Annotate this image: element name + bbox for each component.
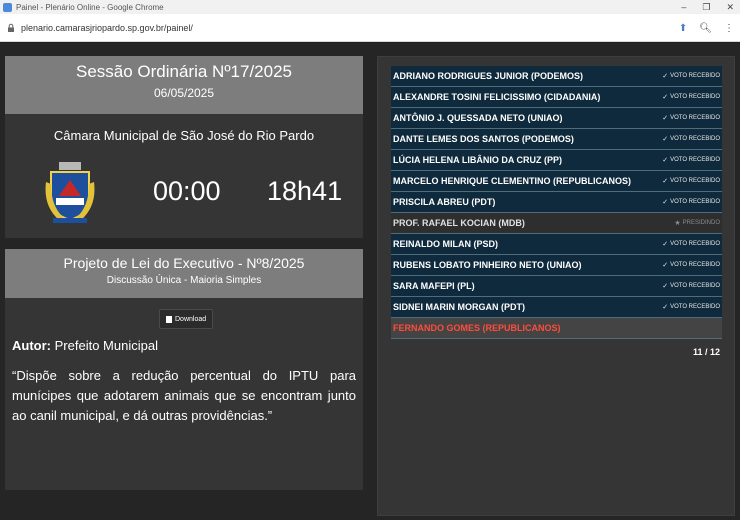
- voter-name: RUBENS LOBATO PINHEIRO NETO (UNIAO): [393, 260, 582, 270]
- project-details-panel: Download Autor: Prefeito Municipal “Disp…: [5, 298, 363, 490]
- voter-row: ANTÔNIO J. QUESSADA NETO (UNIAO) ✓ VOTO RE…: [391, 108, 722, 129]
- window-titlebar: Painel - Plenário Online - Google Chrome…: [0, 0, 740, 14]
- voter-status: ✓ VOTO RECEBIDO: [662, 156, 720, 164]
- voter-name: SIDNEI MARIN MORGAN (PDT): [393, 302, 525, 312]
- session-title: Sessão Ordinária Nº17/2025: [75, 62, 292, 81]
- voter-name: PRISCILA ABREU (PDT): [393, 197, 496, 207]
- chamber-name: Câmara Municipal de São José do Rio Pard…: [53, 128, 315, 143]
- vote-received-icon: ✓: [662, 199, 669, 206]
- author-name: Prefeito Municipal: [54, 338, 158, 353]
- voter-row: FERNANDO GOMES (REPUBLICANOS): [391, 318, 722, 339]
- voter-row: MARCELO HENRIQUE CLEMENTINO (REPUBLICANO…: [391, 171, 722, 192]
- voter-status: ✓ VOTO RECEBIDO: [662, 240, 720, 248]
- zoom-icon[interactable]: 🔍︎: [699, 23, 712, 34]
- painel-page: Sessão Ordinária Nº17/2025 06/05/2025 Câ…: [0, 43, 740, 520]
- voter-status-label: VOTO RECEBIDO: [670, 94, 720, 100]
- download-button[interactable]: Download: [159, 309, 214, 329]
- voter-status: ✓ VOTO RECEBIDO: [662, 261, 720, 269]
- site-info-icon[interactable]: [6, 23, 16, 33]
- voter-name: ANTÔNIO J. QUESSADA NETO (UNIAO): [393, 113, 563, 123]
- project-title: Projeto de Lei do Executivo - Nº8/2025: [63, 255, 305, 271]
- voter-status: ✓ VOTO RECEBIDO: [662, 303, 720, 311]
- voter-name: FERNANDO GOMES (REPUBLICANOS): [393, 323, 561, 333]
- vote-received-icon: ✓: [662, 136, 669, 143]
- vote-received-icon: ✓: [662, 178, 669, 185]
- session-timer: 00:00: [153, 176, 221, 206]
- municipal-crest-icon: [45, 162, 95, 223]
- vote-received-icon: ✓: [662, 283, 669, 290]
- vote-received-icon: ✓: [662, 94, 669, 101]
- voter-status: ✓ VOTO RECEBIDO: [662, 135, 720, 143]
- voter-status: ✓ VOTO RECEBIDO: [662, 93, 720, 101]
- voter-status-label: PRESIDINDO: [682, 220, 720, 226]
- voting-panel: ADRIANO RODRIGUES JUNIOR (PODEMOS) ✓ VOTO …: [377, 56, 735, 516]
- voter-status-label: VOTO RECEBIDO: [670, 73, 720, 79]
- voter-row: SARA MAFEPI (PL) ✓ VOTO RECEBIDO: [391, 276, 722, 297]
- session-column: Sessão Ordinária Nº17/2025 06/05/2025 Câ…: [5, 56, 363, 490]
- voter-name: REINALDO MILAN (PSD): [393, 239, 498, 249]
- voter-name: ALEXANDRE TOSINI FELICISSIMO (CIDADANIA): [393, 92, 601, 102]
- voter-status: ✓ VOTO RECEBIDO: [662, 177, 720, 185]
- project-header: Projeto de Lei do Executivo - Nº8/2025 D…: [5, 249, 363, 298]
- vote-received-icon: ✓: [662, 115, 669, 122]
- voter-name: PROF. RAFAEL KOCIAN (MDB): [393, 218, 525, 228]
- voter-status-label: VOTO RECEBIDO: [670, 115, 720, 121]
- voter-row: ADRIANO RODRIGUES JUNIOR (PODEMOS) ✓ VOTO …: [391, 66, 722, 87]
- voter-row: ALEXANDRE TOSINI FELICISSIMO (CIDADANIA)…: [391, 87, 722, 108]
- voter-row: REINALDO MILAN (PSD) ✓ VOTO RECEBIDO: [391, 234, 722, 255]
- minimize-icon[interactable]: –: [681, 0, 686, 14]
- voter-status: ★ PRESIDINDO: [674, 219, 720, 227]
- voter-status-label: VOTO RECEBIDO: [670, 241, 720, 247]
- voter-status: ✓ VOTO RECEBIDO: [662, 282, 720, 290]
- author-label: Autor:: [12, 338, 51, 353]
- file-icon: [166, 315, 172, 323]
- voter-name: MARCELO HENRIQUE CLEMENTINO (REPUBLICANO…: [393, 176, 631, 186]
- url-text[interactable]: plenario.camarasjriopardo.sp.gov.br/pain…: [21, 23, 193, 33]
- voter-status: ✓ VOTO RECEBIDO: [662, 114, 720, 122]
- star-icon: ★: [674, 220, 681, 227]
- address-bar[interactable]: plenario.camarasjriopardo.sp.gov.br/pain…: [0, 14, 740, 42]
- voter-status: ✓ VOTO RECEBIDO: [662, 72, 720, 80]
- chrome-app-icon: [3, 2, 12, 12]
- vote-received-icon: ✓: [662, 241, 669, 248]
- vote-received-icon: ✓: [662, 73, 669, 80]
- voter-name: DANTE LEMES DOS SANTOS (PODEMOS): [393, 134, 574, 144]
- current-time: 18h41: [267, 176, 343, 206]
- voter-row: PRISCILA ABREU (PDT) ✓ VOTO RECEBIDO: [391, 192, 722, 213]
- vote-received-icon: ✓: [662, 262, 669, 269]
- voter-row: RUBENS LOBATO PINHEIRO NETO (UNIAO) ✓ VOTO…: [391, 255, 722, 276]
- voter-status: ✓ VOTO RECEBIDO: [662, 198, 720, 206]
- voter-row: PROF. RAFAEL KOCIAN (MDB) ★ PRESIDINDO: [391, 213, 722, 234]
- voter-status-label: VOTO RECEBIDO: [670, 262, 720, 268]
- voter-status-label: VOTO RECEBIDO: [670, 304, 720, 310]
- menu-icon[interactable]: ⋮: [724, 23, 734, 34]
- voter-status-label: VOTO RECEBIDO: [670, 136, 720, 142]
- voter-status-label: VOTO RECEBIDO: [670, 157, 720, 163]
- window-title: Painel - Plenário Online - Google Chrome: [16, 2, 164, 12]
- voter-name: LÚCIA HELENA LIBÂNIO DA CRUZ (PP): [393, 155, 562, 165]
- vote-received-icon: ✓: [662, 157, 669, 164]
- restore-icon[interactable]: ❐: [702, 0, 710, 14]
- vote-count: 11 / 12: [692, 347, 720, 357]
- voter-name: ADRIANO RODRIGUES JUNIOR (PODEMOS): [393, 71, 584, 81]
- close-icon[interactable]: ✕: [726, 0, 734, 14]
- voter-status-label: VOTO RECEBIDO: [670, 178, 720, 184]
- voter-row: SIDNEI MARIN MORGAN (PDT) ✓ VOTO RECEBIDO: [391, 297, 722, 318]
- voter-list: ADRIANO RODRIGUES JUNIOR (PODEMOS) ✓ VOTO …: [391, 66, 722, 339]
- session-header: Sessão Ordinária Nº17/2025 06/05/2025: [5, 56, 363, 114]
- voter-row: DANTE LEMES DOS SANTOS (PODEMOS) ✓ VOTO RE…: [391, 129, 722, 150]
- voter-status-label: VOTO RECEBIDO: [670, 283, 720, 289]
- extension-icon[interactable]: ⬆: [679, 23, 687, 34]
- voter-status-label: VOTO RECEBIDO: [670, 199, 720, 205]
- project-summary: “Dispõe sobre a redução percentual do IP…: [12, 368, 356, 423]
- project-subtitle: Discussão Única - Maioria Simples: [106, 275, 262, 286]
- vote-received-icon: ✓: [662, 304, 669, 311]
- session-info-panel: Câmara Municipal de São José do Rio Pard…: [5, 114, 363, 238]
- voter-name: SARA MAFEPI (PL): [393, 281, 475, 291]
- voter-row: LÚCIA HELENA LIBÂNIO DA CRUZ (PP) ✓ VOTO R…: [391, 150, 722, 171]
- session-date: 06/05/2025: [153, 86, 215, 100]
- download-label: Download: [175, 315, 207, 323]
- project-author: Autor: Prefeito Municipal: [12, 338, 158, 353]
